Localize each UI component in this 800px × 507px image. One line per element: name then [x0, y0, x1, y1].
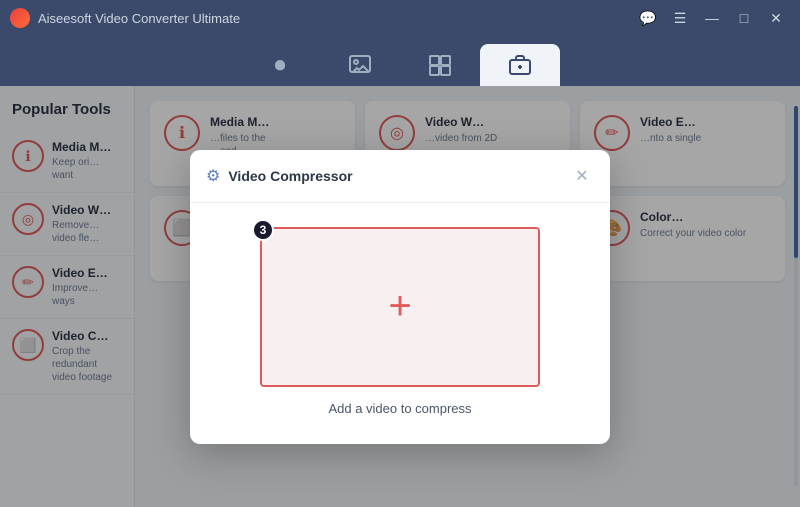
drop-area-plus-icon: +: [388, 284, 411, 329]
drop-area-label: Add a video to compress: [328, 401, 471, 416]
tab-toolbox[interactable]: [480, 44, 560, 86]
app-logo: [10, 8, 30, 28]
menu-button[interactable]: ☰: [666, 4, 694, 32]
modal-body: 3 + Add a video to compress: [190, 203, 610, 444]
chat-button[interactable]: 💬: [634, 4, 662, 32]
tab-media[interactable]: [320, 44, 400, 86]
modal-overlay: ⚙ Video Compressor ✕ 3 + Add a video to …: [0, 86, 800, 507]
maximize-button[interactable]: □: [730, 4, 758, 32]
app-title: Aiseesoft Video Converter Ultimate: [38, 11, 634, 26]
modal-header: ⚙ Video Compressor ✕: [190, 150, 610, 203]
modal-title: Video Compressor: [228, 168, 562, 184]
tab-convert[interactable]: ⏺: [240, 44, 320, 86]
tab-edit[interactable]: [400, 44, 480, 86]
modal-header-icon: ⚙: [206, 166, 220, 186]
titlebar: Aiseesoft Video Converter Ultimate 💬 ☰ —…: [0, 0, 800, 36]
video-compressor-modal: ⚙ Video Compressor ✕ 3 + Add a video to …: [190, 150, 610, 444]
main-content: Popular Tools ℹ Media M… Keep ori… want …: [0, 86, 800, 507]
window-controls: 💬 ☰ — □ ✕: [634, 4, 790, 32]
close-button[interactable]: ✕: [762, 4, 790, 32]
drop-area[interactable]: 3 +: [260, 227, 540, 387]
minimize-button[interactable]: —: [698, 4, 726, 32]
nav-tabs: ⏺: [0, 36, 800, 86]
drop-area-badge: 3: [252, 219, 274, 241]
modal-close-button[interactable]: ✕: [570, 164, 594, 188]
